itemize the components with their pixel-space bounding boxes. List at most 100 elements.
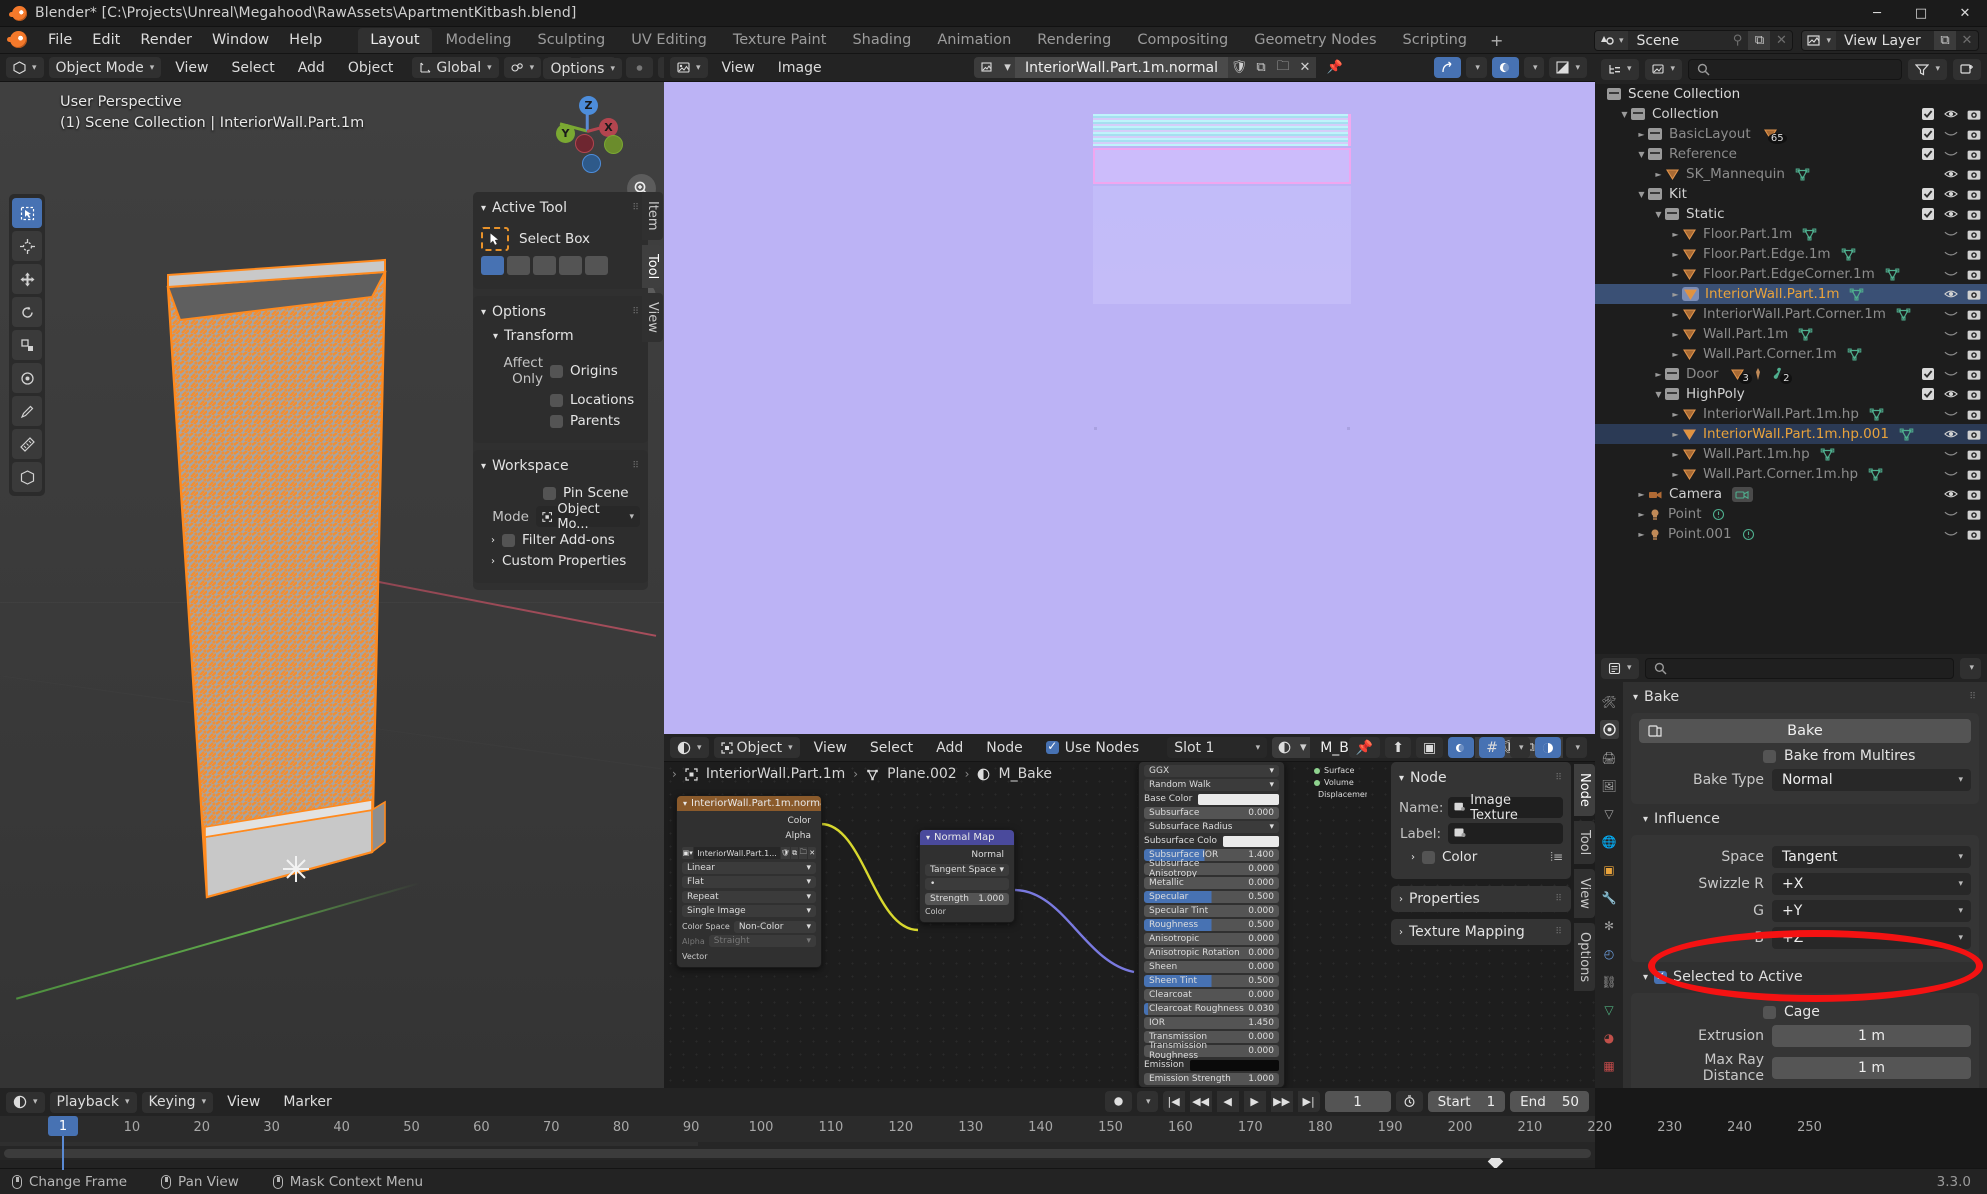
viewport-canvas[interactable]: User Perspective (1) Scene Collection | …	[0, 82, 664, 1088]
tool-transform[interactable]	[12, 363, 42, 393]
mode-dropdown[interactable]: Object Mo... ▾	[536, 502, 640, 532]
hide-in-viewport-eye-closed-icon[interactable]	[1944, 227, 1958, 241]
next-keyframe-button[interactable]: ▶▶	[1270, 1091, 1293, 1112]
outliner-row-wall-part-corner-1m-hp[interactable]: ► Wall.Part.Corner.1m.hp	[1595, 464, 1987, 484]
editor-type-shader[interactable]: ▾	[670, 737, 709, 758]
use-preview-range-icon[interactable]	[1395, 1091, 1423, 1112]
sidebar-tab-view[interactable]: View	[642, 292, 663, 342]
parents-checkbox[interactable]	[550, 414, 563, 428]
gizmo-axis-neg-z[interactable]	[582, 154, 601, 173]
disable-in-renders-camera-icon[interactable]	[1967, 187, 1981, 201]
gizmo-axis-z[interactable]: Z	[579, 96, 598, 115]
node-tab-node[interactable]: Node	[1574, 764, 1595, 816]
max-ray-distance-field[interactable]: 1 m	[1772, 1057, 1971, 1079]
node-color-checkbox[interactable]	[1422, 850, 1435, 864]
tab-modeling[interactable]: Modeling	[434, 28, 524, 53]
filter-addons-checkbox[interactable]	[502, 533, 515, 547]
breadcrumb-object[interactable]: InteriorWall.Part.1m	[706, 766, 845, 782]
texture-mapping-header[interactable]: › Texture Mapping ⠿	[1399, 924, 1563, 940]
tab-scripting[interactable]: Scripting	[1391, 28, 1479, 53]
tab-geometry-nodes[interactable]: Geometry Nodes	[1242, 28, 1388, 53]
principled-row-specular[interactable]: Specular 0.500	[1144, 891, 1279, 903]
disclosure-triangle-icon[interactable]: ►	[1669, 470, 1682, 479]
keying-menu[interactable]: Keying ▾	[141, 1091, 214, 1113]
gizmo-axis-neg-y[interactable]	[604, 135, 623, 154]
jump-end-button[interactable]: ▶|	[1297, 1091, 1320, 1112]
principled-row-subsurface-radius[interactable]: Subsurface Radius ▾	[1144, 821, 1279, 833]
menu-edit[interactable]: Edit	[82, 29, 130, 51]
disable-in-renders-camera-icon[interactable]	[1967, 527, 1981, 541]
viewport-menu-select[interactable]: Select	[223, 57, 284, 78]
tab-layout[interactable]: Layout	[358, 27, 432, 53]
disclosure-triangle-icon[interactable]: ►	[1669, 310, 1682, 319]
disable-in-renders-camera-icon[interactable]	[1967, 227, 1981, 241]
node-overlay-icon[interactable]	[1448, 737, 1475, 758]
node-canvas[interactable]: › InteriorWall.Part.1m › Plane.002 › M_B…	[664, 762, 1595, 1088]
tab-modifier-properties[interactable]: 🔧	[1600, 888, 1619, 907]
disclosure-triangle-icon[interactable]: ►	[1635, 490, 1648, 499]
disclosure-triangle-icon[interactable]: ►	[1669, 230, 1682, 239]
locations-checkbox[interactable]	[550, 393, 563, 407]
disclosure-triangle-icon[interactable]: ▼	[1635, 190, 1648, 199]
tool-select-box[interactable]	[12, 198, 42, 228]
node-projection-dropdown[interactable]: Flat ▾	[682, 876, 816, 888]
node-snap-chevron[interactable]: ▾	[1509, 737, 1531, 758]
disable-in-renders-camera-icon[interactable]	[1967, 467, 1981, 481]
node-label-field[interactable]	[1448, 823, 1563, 844]
color-swatch[interactable]	[1198, 793, 1279, 805]
disclosure-triangle-icon[interactable]: ►	[1669, 270, 1682, 279]
hide-in-viewport-eye-icon[interactable]	[1944, 487, 1958, 501]
breadcrumb-mesh[interactable]: Plane.002	[887, 766, 957, 782]
hide-in-viewport-eye-closed-icon[interactable]	[1944, 147, 1958, 161]
add-workspace-button[interactable]: +	[1481, 28, 1512, 53]
disclosure-triangle-icon[interactable]: ►	[1635, 510, 1648, 519]
editor-type-outliner[interactable]: ▾	[1601, 58, 1639, 80]
disclosure-triangle-icon[interactable]: ►	[1669, 250, 1682, 259]
tab-texture-paint[interactable]: Texture Paint	[721, 28, 839, 53]
node-uvmap-field[interactable]: •	[925, 878, 1009, 890]
menu-help[interactable]: Help	[279, 29, 332, 51]
outliner-row-floor-part-edge-1m[interactable]: ► Floor.Part.Edge.1m	[1595, 244, 1987, 264]
influence-panel-header[interactable]: ▾ Influence	[1631, 808, 1979, 831]
disclosure-triangle-icon[interactable]: ▼	[1652, 210, 1665, 219]
properties-search-input[interactable]	[1644, 657, 1955, 679]
color-swatch[interactable]	[1223, 835, 1279, 847]
disable-in-renders-camera-icon[interactable]	[1967, 347, 1981, 361]
principled-row-sheen-tint[interactable]: Sheen Tint 0.500	[1144, 975, 1279, 987]
node-colorspace-dropdown[interactable]: Non-Color ▾	[733, 920, 816, 933]
principled-row-roughness[interactable]: Roughness 0.500	[1144, 919, 1279, 931]
shader-type-selector[interactable]: Object ▾	[713, 737, 800, 758]
timeline-playhead[interactable]: 1	[48, 1116, 78, 1170]
disclosure-triangle-icon[interactable]: ▼	[1652, 390, 1665, 399]
transform-orientation-selector[interactable]: Global ▾	[412, 57, 499, 78]
outliner-row-basiclayout[interactable]: ► BasicLayout 65	[1595, 124, 1987, 144]
disclosure-triangle-icon[interactable]: ▼	[1618, 110, 1631, 119]
timeline-menu-view[interactable]: View	[218, 1092, 269, 1113]
outliner-search-input[interactable]	[1688, 58, 1903, 80]
image-canvas[interactable]	[664, 82, 1595, 734]
swizzle-r-dropdown[interactable]: +X ▾	[1772, 873, 1971, 895]
hide-in-viewport-eye-closed-icon[interactable]	[1944, 307, 1958, 321]
disable-in-renders-camera-icon[interactable]	[1967, 487, 1981, 501]
tab-data-properties[interactable]: ▽	[1600, 1000, 1619, 1019]
principled-row-transmission-roughness[interactable]: Transmission Roughness 0.000	[1144, 1041, 1279, 1061]
outliner-row-point-001[interactable]: ► Point.001	[1595, 524, 1987, 544]
node-color-row[interactable]: › Color ⦙≡	[1399, 849, 1563, 865]
outliner-row-interiorwall-part-1m-hp[interactable]: ► InteriorWall.Part.1m.hp	[1595, 404, 1987, 424]
outliner-row-wall-part-corner-1m[interactable]: ► Wall.Part.Corner.1m	[1595, 344, 1987, 364]
disclosure-triangle-icon[interactable]: ►	[1669, 350, 1682, 359]
gizmo-axis-y[interactable]: Y	[556, 124, 575, 143]
node-material-output[interactable]: Surface Volume Displacemen	[1309, 762, 1367, 805]
outliner-row-interiorwall-part-corner-1m[interactable]: ► InteriorWall.Part.Corner.1m	[1595, 304, 1987, 324]
outliner-row-camera[interactable]: ► Camera	[1595, 484, 1987, 504]
tab-compositing[interactable]: Compositing	[1125, 28, 1240, 53]
disable-in-renders-camera-icon[interactable]	[1967, 427, 1981, 441]
new-scene-icon[interactable]: ⧉	[1748, 31, 1771, 50]
node-properties-collapsed-panel[interactable]: › Properties ⠿	[1391, 886, 1571, 912]
principled-row-anisotropic-rotation[interactable]: Anisotropic Rotation 0.000	[1144, 947, 1279, 959]
image-snap-icon[interactable]	[1434, 57, 1462, 78]
editor-type-timeline[interactable]: ▾	[6, 1091, 45, 1113]
gizmo-axis-x[interactable]: X	[599, 118, 618, 137]
outliner-row-floor-part-edgecorner-1m[interactable]: ► Floor.Part.EdgeCorner.1m	[1595, 264, 1987, 284]
exclude-checkbox[interactable]	[1921, 367, 1935, 381]
